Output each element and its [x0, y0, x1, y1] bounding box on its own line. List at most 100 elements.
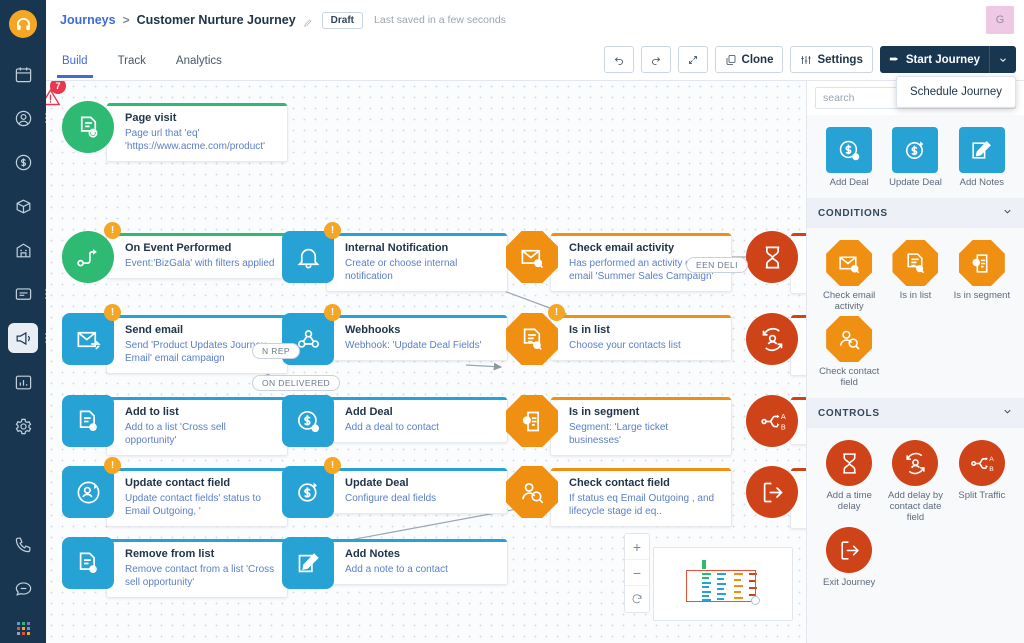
journey-node-webhooks[interactable]: WebhooksWebhook: 'Update Deal Fields'! [282, 313, 508, 365]
node-warning-badge[interactable]: ! [104, 304, 121, 321]
check-contact-field-icon [826, 316, 872, 362]
minimap-resize-handle[interactable] [751, 596, 760, 605]
settings-label: Settings [817, 54, 862, 66]
chevron-down-icon[interactable] [989, 46, 1016, 73]
breadcrumb-journeys[interactable]: Journeys [60, 13, 116, 27]
journey-node-internal-notification[interactable]: Internal NotificationCreate or choose in… [282, 231, 508, 292]
palette-item-check-contact-field[interactable]: Check contact field [817, 316, 881, 388]
node-warning-badge[interactable]: ! [324, 457, 341, 474]
node-desc: Update contact fields' status to Email O… [125, 492, 277, 518]
node-card[interactable]: Check contact fieldIf status eq Email Ou… [550, 469, 732, 527]
delay-contact-date-icon [892, 440, 938, 486]
sidebar-item-conversations[interactable] [8, 279, 38, 309]
blocks-panel: search Add DealUpdate DealAdd NotesCONDI… [806, 81, 1024, 643]
sidebar-item-contacts[interactable] [8, 103, 38, 133]
node-accent-bar [107, 233, 287, 236]
send-email-icon [62, 313, 114, 365]
journey-node-page-visit[interactable]: Page visitPage url that 'eq' 'https://ww… [62, 101, 288, 162]
node-title: Add to list [125, 405, 277, 419]
palette-item-is-in-list[interactable]: Is in list [883, 240, 947, 312]
minimap[interactable] [653, 547, 793, 621]
node-warning-badge[interactable]: ! [324, 304, 341, 321]
zoom-in-button[interactable]: + [625, 534, 649, 560]
node-card[interactable]: Remove from listRemove contact from a li… [106, 540, 288, 598]
journey-node-update-deal[interactable]: Update DealConfigure deal fields! [282, 466, 508, 518]
fullscreen-button[interactable] [678, 46, 708, 73]
node-card[interactable]: Add NotesAdd a note to a contact [326, 540, 508, 585]
node-warning-badge[interactable]: ! [548, 304, 565, 321]
chevron-down-icon[interactable] [1002, 206, 1013, 220]
page-header: Journeys > Customer Nurture Journey Draf… [46, 0, 1024, 40]
pencil-icon[interactable] [303, 15, 313, 25]
palette-item-check-email-activity[interactable]: Check email activity [817, 240, 881, 312]
node-card[interactable]: Page visitPage url that 'eq' 'https://ww… [106, 104, 288, 162]
node-card[interactable]: On Event PerformedEvent:'BizGala' with f… [106, 234, 288, 279]
journey-node-send-email[interactable]: Send emailSend 'Product Updates Journey … [62, 313, 288, 374]
journey-node-add-deal[interactable]: Add DealAdd a deal to contact [282, 395, 508, 447]
palette-item-split-traffic[interactable]: ABSplit Traffic [950, 440, 1014, 523]
palette-layer: Add DealUpdate DealAdd NotesCONDITIONSCh… [807, 115, 1024, 598]
palette-group-actions: Add DealUpdate DealAdd Notes [807, 115, 1024, 198]
journey-node-add-notes[interactable]: Add NotesAdd a note to a contact [282, 537, 508, 589]
palette-section-header-conditions[interactable]: CONDITIONS [807, 198, 1024, 228]
palette-item-exit-journey[interactable]: Exit Journey [817, 527, 881, 588]
node-error-indicator[interactable]: 7 [46, 87, 61, 113]
sidebar-item-deals[interactable] [8, 147, 38, 177]
node-warning-badge[interactable]: ! [324, 222, 341, 239]
node-card[interactable]: Is in segmentSegment: 'Large ticket busi… [550, 398, 732, 456]
check-email-activity-icon [826, 240, 872, 286]
node-card[interactable]: Add to listAdd to a list 'Cross sell opp… [106, 398, 288, 456]
node-card[interactable]: WebhooksWebhook: 'Update Deal Fields' [326, 316, 508, 361]
start-journey-button[interactable]: Start Journey [880, 46, 1016, 73]
palette-item-add-deal[interactable]: Add Deal [817, 127, 881, 188]
zoom-reset-button[interactable] [625, 586, 649, 612]
journey-node-update-contact-field[interactable]: Update contact fieldUpdate contact field… [62, 466, 288, 527]
tab-analytics[interactable]: Analytics [174, 44, 224, 77]
sidebar-item-marketing[interactable] [8, 323, 38, 353]
node-accent-bar [327, 397, 507, 400]
minimap-viewport[interactable] [686, 570, 756, 602]
journey-node-is-in-list[interactable]: Is in listChoose your contacts list! [506, 313, 732, 365]
node-warning-badge[interactable]: ! [104, 457, 121, 474]
zoom-out-button[interactable]: − [625, 560, 649, 586]
journey-node-check-contact-field[interactable]: Check contact fieldIf status eq Email Ou… [506, 466, 732, 527]
node-card[interactable]: Update contact fieldUpdate contact field… [106, 469, 288, 527]
undo-button[interactable] [604, 46, 634, 73]
split-traffic-icon: AB [746, 395, 798, 447]
sidebar-item-reports[interactable] [8, 367, 38, 397]
app-switcher-icon[interactable] [17, 622, 30, 635]
node-desc: Webhook: 'Update Deal Fields' [345, 339, 497, 352]
sidebar-item-companies[interactable] [8, 235, 38, 265]
tab-track[interactable]: Track [116, 44, 148, 77]
node-card[interactable]: Update DealConfigure deal fields [326, 469, 508, 514]
palette-item-add-a-time-delay[interactable]: Add a time delay [817, 440, 881, 523]
node-card[interactable]: Is in listChoose your contacts list [550, 316, 732, 361]
avatar[interactable]: G [986, 6, 1014, 34]
sidebar-item-calendar[interactable] [8, 59, 38, 89]
palette-item-add-delay-by-contact-date-field[interactable]: Add delay by contact date field [883, 440, 947, 523]
journey-node-is-in-segment[interactable]: Is in segmentSegment: 'Large ticket busi… [506, 395, 732, 456]
app-logo[interactable] [9, 10, 37, 38]
node-card[interactable]: Internal NotificationCreate or choose in… [326, 234, 508, 292]
update-contact-field-icon [62, 466, 114, 518]
phone-icon[interactable] [8, 529, 38, 559]
journey-node-remove-from-list[interactable]: Remove from listRemove contact from a li… [62, 537, 288, 598]
settings-button[interactable]: Settings [790, 46, 872, 73]
last-saved-text: Last saved in a few seconds [374, 14, 506, 26]
palette-item-is-in-segment[interactable]: Is in segment [950, 240, 1014, 312]
chevron-down-icon[interactable] [1002, 406, 1013, 420]
node-card[interactable]: Add DealAdd a deal to contact [326, 398, 508, 443]
node-warning-badge[interactable]: ! [104, 222, 121, 239]
help-chat-icon[interactable] [8, 573, 38, 603]
palette-item-add-notes[interactable]: Add Notes [950, 127, 1014, 188]
tab-build[interactable]: Build [60, 44, 90, 77]
sidebar-item-products[interactable] [8, 191, 38, 221]
journey-node-add-to-list[interactable]: Add to listAdd to a list 'Cross sell opp… [62, 395, 288, 456]
schedule-journey-menu-item[interactable]: Schedule Journey [896, 76, 1016, 108]
sidebar-item-settings[interactable] [8, 411, 38, 441]
palette-section-header-controls[interactable]: CONTROLS [807, 398, 1024, 428]
journey-node-on-event-performed[interactable]: On Event PerformedEvent:'BizGala' with f… [62, 231, 288, 283]
palette-item-update-deal[interactable]: Update Deal [883, 127, 947, 188]
redo-button[interactable] [641, 46, 671, 73]
clone-button[interactable]: Clone [715, 46, 784, 73]
